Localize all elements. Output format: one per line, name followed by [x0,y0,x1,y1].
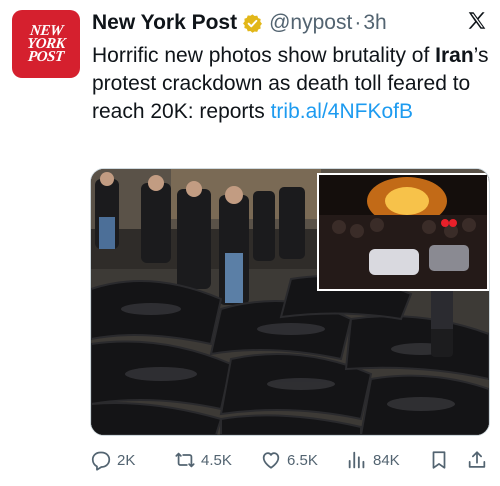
like-count: 6.5K [287,451,318,469]
reply-count: 2K [117,451,136,469]
post-text-prefix: Horrific new photos show brutality of [92,44,436,67]
avatar-text-post: POST [27,48,65,65]
post-time[interactable]: 3h [363,11,386,35]
avatar[interactable]: NEW YORK POST [12,10,80,78]
reply-icon [91,451,111,471]
separator-dot: · [354,11,362,34]
share-icon [468,451,486,468]
post-text: Horrific new photos show brutality of Ir… [92,42,492,126]
inset-photo [317,173,489,291]
post-header: New York Post @nypost · 3h [92,10,488,36]
action-bar: 2K 4.5K 6.5K 84K [90,446,492,474]
account-name[interactable]: New York Post [92,11,237,35]
repost-button[interactable]: 4.5K [174,449,232,471]
post-text-bold: Iran [435,44,474,67]
reply-button[interactable]: 2K [90,449,135,471]
account-handle[interactable]: @nypost [269,11,352,35]
post-media[interactable] [90,168,490,436]
bookmark-button[interactable] [428,449,455,471]
x-logo-icon[interactable] [466,10,488,32]
like-button[interactable]: 6.5K [260,449,318,471]
like-icon [262,452,280,469]
views-count: 84K [373,451,400,469]
repost-count: 4.5K [201,451,232,469]
repost-icon [175,452,195,468]
post-link[interactable]: trib.al/4NFKofB [271,100,413,123]
views-button[interactable]: 84K [346,449,400,471]
verified-badge-icon[interactable] [242,13,263,34]
views-icon [348,451,365,469]
bookmark-icon [432,451,446,469]
share-button[interactable] [466,449,493,471]
